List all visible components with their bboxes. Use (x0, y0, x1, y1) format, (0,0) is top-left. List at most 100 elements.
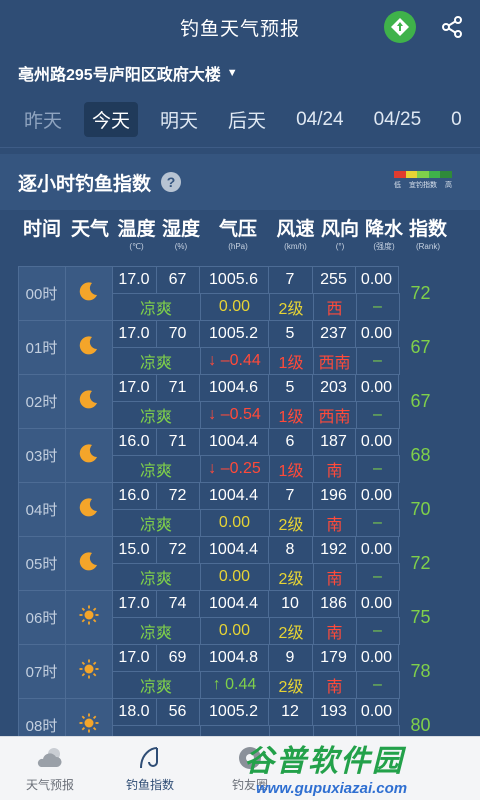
day-tab[interactable]: 昨天 (16, 102, 70, 137)
table-row[interactable]: 02时 17.0 71 1004.6 5 203 0.00 凉爽 ↓ –0.54 1级 西南 –67 (17, 373, 480, 429)
pressure-value: 1005.6 (198, 265, 269, 294)
column-unit: (hPa) (228, 242, 248, 251)
diamond-arrow-icon (391, 18, 409, 36)
temperature-value: 17.0 (111, 319, 157, 348)
table-row[interactable]: 03时 16.0 71 1004.4 6 187 0.00 凉爽 ↓ –0.25 1级南 –68 (17, 427, 480, 483)
column-header: 温度 (℃) (114, 218, 159, 266)
rank-value: 72 (410, 282, 431, 303)
app-logo-button[interactable] (384, 11, 416, 43)
table-row[interactable]: 07时 17.0 69 1004.8 9 179 0.00 凉爽 ↑ 0.44 2级南 –78 (17, 643, 480, 699)
help-icon[interactable]: ? (161, 172, 182, 192)
values-row: 17.0 69 1004.8 9 179 0.00 (111, 643, 399, 672)
table-row[interactable]: 08时 18.0 56 1005.2 12 193 0.00 80 (17, 697, 480, 739)
wind-direction-value: 203 (311, 373, 356, 402)
wind-level: 2级 (268, 292, 314, 321)
pressure-value: 1004.6 (198, 373, 269, 402)
location-selector[interactable]: 亳州路295号庐阳区政府大楼 ▼ (0, 54, 480, 92)
tab-weather[interactable]: 天气预报 (0, 737, 100, 800)
precipitation-text: – (355, 454, 400, 483)
hourly-table: 时间 天气 温度 (℃) 湿度 (%) 气压 (hPa) 风速 (km/h) 风向 (°) 降水 (强度)… (0, 218, 480, 738)
table-row[interactable]: 01时 17.0 70 1005.2 5 237 0.00 凉爽 ↓ –0.44 1级 西南 –67 (17, 319, 480, 375)
table-row[interactable]: 05时 15.0 72 1004.4 8 192 0.00 凉爽 0.00 2级南 –72 (17, 535, 480, 591)
data-block: 17.0 74 1004.4 10 186 0.00 凉爽 0.00 2级南 – (111, 589, 400, 645)
table-row[interactable]: 00时 17.0 67 1005.6 7 255 0.00 凉爽 0.00 2级西 – 72 (17, 265, 480, 321)
humidity-value: 56 (155, 697, 200, 726)
table-body[interactable]: 00时 17.0 67 1005.6 7 255 0.00 凉爽 0.00 2级西 –72 01时 17… (0, 265, 480, 739)
rank-value: 75 (410, 606, 431, 627)
wind-speed-value: 7 (267, 265, 313, 294)
wind-direction-name: 西南 (312, 346, 357, 375)
detail-row: 凉爽 0.00 2级西 – (111, 292, 400, 321)
humidity-value: 72 (155, 481, 200, 510)
share-icon (442, 16, 462, 38)
share-button[interactable] (438, 13, 466, 41)
detail-row: 凉爽 ↓ –0.44 1级 西南 – (111, 346, 400, 375)
rank-value: 72 (410, 552, 431, 573)
legend-swatch (440, 171, 452, 178)
table-row[interactable]: 06时 17.0 74 1004.4 10 186 0.00 凉爽 0.00 2级南 –75 (17, 589, 480, 645)
weather-cell (64, 319, 113, 375)
wind-level: 2级 (268, 616, 314, 645)
time-cell: 00时 (17, 265, 66, 321)
precipitation-text: – (355, 346, 400, 375)
pressure-value: 1004.4 (198, 427, 269, 456)
pressure-change: ↑ 0.44 (199, 670, 270, 699)
day-tabs: 昨天 今天 明天 后天 04/24 04/25 0 (0, 92, 480, 148)
values-row: 16.0 71 1004.4 6 187 0.00 (111, 427, 399, 456)
pressure-value: 1004.4 (198, 535, 269, 564)
sun-icon (78, 658, 100, 685)
moon-icon (78, 388, 100, 415)
sun-icon (78, 712, 100, 739)
moon-icon (78, 496, 100, 523)
comfort-label: 凉爽 (111, 454, 201, 483)
wind-direction-name: 南 (312, 508, 357, 537)
detail-row: 凉爽 ↓ –0.25 1级南 – (111, 454, 400, 483)
time-cell: 07时 (17, 643, 66, 699)
day-tab[interactable]: 明天 (152, 102, 206, 137)
legend-swatch (417, 171, 429, 178)
pressure-value: 1004.4 (198, 481, 269, 510)
precipitation-value: 0.00 (354, 481, 399, 510)
weather-cell (64, 427, 113, 483)
column-label: 气压 (218, 219, 257, 240)
comfort-label: 凉爽 (111, 400, 201, 429)
weather-cell (64, 373, 113, 429)
pressure-value: 1005.2 (198, 697, 269, 726)
wind-direction-value: 187 (311, 427, 356, 456)
wind-direction-name: 西 (312, 292, 357, 321)
values-row: 17.0 67 1005.6 7 255 0.00 (111, 265, 399, 294)
day-tab[interactable]: 今天 (84, 102, 139, 137)
legend-high: 高 (445, 182, 452, 189)
temperature-value: 18.0 (111, 697, 157, 726)
data-block: 18.0 56 1005.2 12 193 0.00 (111, 697, 400, 738)
comfort-label: 凉爽 (111, 670, 201, 699)
column-label: 天气 (70, 219, 109, 240)
watermark: 谷普软件园 www.gupuxiazai.com (244, 736, 472, 797)
wind-direction-value: 237 (311, 319, 356, 348)
wind-direction-value: 192 (311, 535, 356, 564)
values-row: 17.0 74 1004.4 10 186 0.00 (111, 589, 399, 618)
wind-direction-name: 南 (312, 670, 357, 699)
tab-fishing-index[interactable]: 钓鱼指数 (100, 737, 200, 800)
humidity-value: 70 (155, 319, 200, 348)
precipitation-value: 0.00 (354, 535, 399, 564)
detail-row: 凉爽 0.00 2级南 – (111, 508, 400, 537)
day-tab[interactable]: 04/25 (366, 105, 430, 135)
wind-level: 1级 (268, 454, 314, 483)
time-cell: 02时 (17, 373, 66, 429)
column-unit: (%) (174, 242, 188, 251)
table-header: 时间 天气 温度 (℃) 湿度 (%) 气压 (hPa) 风速 (km/h) 风向 (°) 降水 (强度)… (0, 218, 480, 266)
comfort-label: 凉爽 (111, 292, 201, 321)
values-row: 16.0 72 1004.4 7 196 0.00 (111, 481, 399, 510)
wind-speed-value: 8 (267, 535, 313, 564)
section-header: 逐小时钓鱼指数 ? 低 宜钓指数 高 (0, 154, 480, 210)
rank-value: 68 (410, 444, 431, 465)
day-tab[interactable]: 0 (443, 105, 470, 135)
values-row: 17.0 71 1004.6 5 203 0.00 (111, 373, 399, 402)
table-row[interactable]: 04时 16.0 72 1004.4 7 196 0.00 凉爽 0.00 2级南 –70 (17, 481, 480, 537)
day-tab[interactable]: 04/24 (288, 105, 352, 135)
pressure-value: 1004.8 (198, 643, 269, 672)
legend-mid: 宜钓指数 (409, 182, 437, 189)
day-tab[interactable]: 后天 (220, 102, 274, 137)
precipitation-value: 0.00 (354, 319, 399, 348)
